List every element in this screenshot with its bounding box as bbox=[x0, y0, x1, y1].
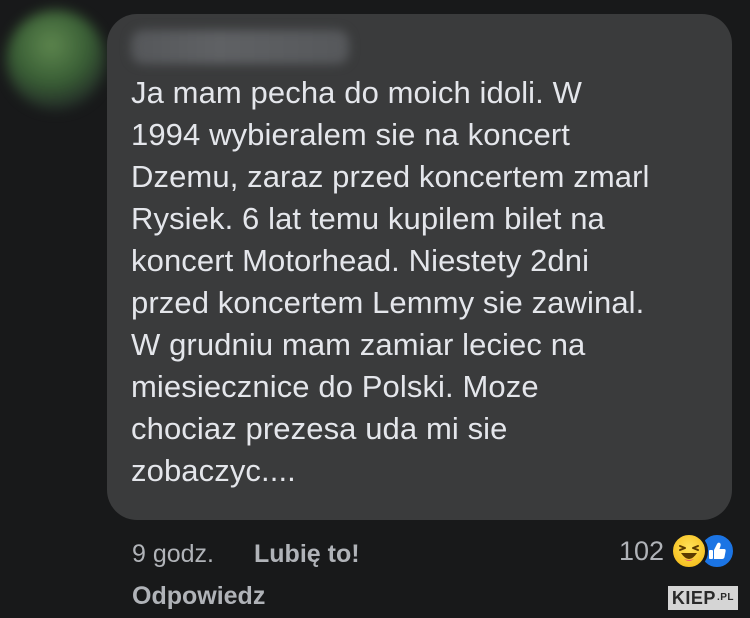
watermark-brand: KIEP bbox=[671, 588, 716, 608]
comment-timestamp[interactable]: 9 godz. bbox=[132, 540, 214, 569]
comment-bubble: Ja mam pecha do moich idoli. W 1994 wybi… bbox=[107, 14, 732, 520]
comment-actions: 9 godz. Lubię to! bbox=[132, 536, 360, 572]
watermark-logo: KIEP.PL bbox=[667, 586, 738, 610]
author-name-blurred[interactable] bbox=[131, 30, 349, 64]
reply-button[interactable]: Odpowiedz bbox=[132, 582, 265, 611]
haha-icon bbox=[670, 532, 708, 570]
like-button[interactable]: Lubię to! bbox=[254, 540, 360, 569]
comment-screenshot: Ja mam pecha do moich idoli. W 1994 wybi… bbox=[0, 0, 750, 618]
watermark-tld: .PL bbox=[716, 592, 734, 603]
reactions-summary[interactable]: 102 bbox=[619, 532, 736, 570]
avatar[interactable] bbox=[6, 10, 106, 110]
reaction-count: 102 bbox=[618, 535, 664, 566]
comment-text: Ja mam pecha do moich idoli. W 1994 wybi… bbox=[131, 75, 650, 488]
